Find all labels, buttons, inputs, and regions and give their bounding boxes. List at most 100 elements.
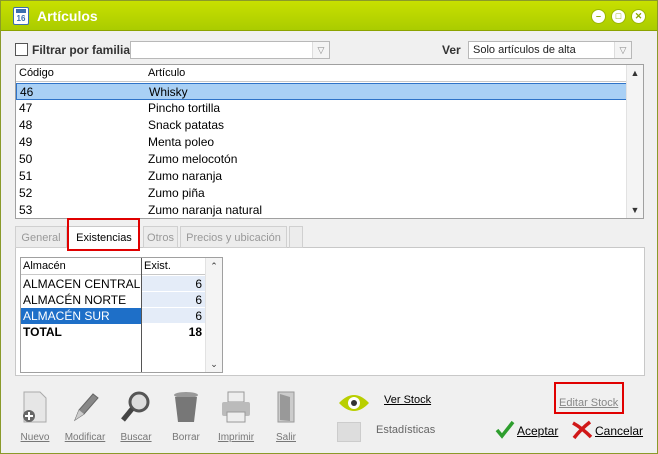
cell-articulo: Zumo naranja [148, 169, 223, 183]
table-row[interactable]: 52 Zumo piña [16, 185, 627, 202]
imprimir-button[interactable]: Imprimir [214, 390, 258, 446]
cell-exist: 6 [195, 293, 202, 307]
ver-label: Ver [442, 43, 461, 57]
tab-empty [289, 226, 303, 248]
stock-row[interactable]: ALMACÉN SUR 6 [21, 308, 206, 324]
cancelar-button[interactable]: Cancelar [571, 420, 643, 442]
tab-precios-ubicacion[interactable]: Precios y ubicación [180, 226, 287, 248]
salir-label: Salir [275, 432, 296, 443]
cell-articulo: Zumo melocotón [148, 152, 238, 166]
trash-icon [174, 392, 198, 422]
borrar-button[interactable]: Borrar [164, 390, 208, 446]
scroll-down-icon[interactable]: ⌄ [206, 356, 222, 372]
stock-grid[interactable]: Almacén Exist. ALMACEN CENTRAL 6 ALMACÉN N… [20, 257, 223, 373]
close-button[interactable]: ✕ [631, 9, 646, 24]
articulos-window: 16 Artículos – □ ✕ Filtrar por familia ▽… [0, 0, 658, 454]
stock-header: Almacén Exist. [21, 258, 206, 275]
table-row[interactable]: 53 Zumo naranja natural [16, 202, 627, 219]
eye-icon[interactable] [338, 392, 370, 414]
cell-almacen: ALMACÉN SUR [23, 309, 110, 323]
table-row[interactable]: 48 Snack patatas [16, 117, 627, 134]
cell-almacen: ALMACEN CENTRAL [23, 277, 141, 291]
nuevo-button[interactable]: Nuevo [13, 390, 57, 446]
title-bar: 16 Artículos – □ ✕ [1, 1, 657, 31]
table-row[interactable]: 47 Pincho tortilla [16, 100, 627, 117]
table-row[interactable]: 51 Zumo naranja [16, 168, 627, 185]
header-codigo[interactable]: Código [19, 67, 54, 79]
ver-select[interactable]: Solo artículos de alta ▽ [468, 41, 632, 59]
cell-exist: 6 [195, 277, 202, 291]
modificar-button[interactable]: Modificar [63, 390, 107, 446]
door-exit-icon [277, 391, 295, 423]
cell-codigo: 46 [20, 85, 34, 99]
tab-general[interactable]: General [15, 226, 67, 248]
cell-articulo: Zumo piña [148, 186, 205, 200]
familia-select[interactable]: ▽ [130, 41, 330, 59]
cell-articulo: Snack patatas [148, 118, 225, 132]
cell-codigo: 51 [19, 169, 33, 183]
total-label: TOTAL [23, 325, 62, 339]
calendar-icon: 16 [13, 7, 29, 25]
window-title: Artículos [37, 8, 98, 24]
highlight-editar-stock [554, 382, 624, 414]
stock-total-row: TOTAL 18 [21, 324, 206, 340]
pencil-icon [73, 393, 99, 422]
articulos-grid[interactable]: Código Artículo 46 Whisky 47 Pincho tortill… [15, 64, 644, 219]
aceptar-label: Aceptar [517, 424, 559, 438]
scroll-down-icon[interactable]: ▼ [627, 202, 643, 218]
highlight-existencias-tab [67, 218, 140, 251]
cell-articulo: Menta poleo [148, 135, 215, 149]
buscar-label: Buscar [120, 432, 152, 443]
aceptar-button[interactable]: Aceptar [495, 420, 559, 442]
printer-icon [222, 391, 250, 423]
header-almacen[interactable]: Almacén [23, 260, 66, 272]
cross-icon [572, 420, 593, 440]
header-articulo[interactable]: Artículo [148, 67, 185, 79]
cell-articulo: Pincho tortilla [148, 101, 221, 115]
header-exist[interactable]: Exist. [144, 260, 171, 272]
imprimir-label: Imprimir [217, 432, 255, 443]
cell-codigo: 47 [19, 101, 33, 115]
cell-almacen: ALMACÉN NORTE [23, 293, 127, 307]
table-row[interactable]: 46 Whisky [16, 83, 627, 100]
cell-articulo: Whisky [149, 85, 188, 99]
ver-select-value: Solo artículos de alta [473, 44, 576, 56]
total-value: 18 [188, 325, 202, 339]
grid-header: Código Artículo [16, 65, 627, 82]
chevron-down-icon[interactable]: ▽ [312, 42, 329, 58]
stock-row[interactable]: ALMACEN CENTRAL 6 [21, 276, 206, 292]
cancelar-label: Cancelar [595, 424, 644, 438]
existencias-panel: Almacén Exist. ALMACEN CENTRAL 6 ALMACÉN N… [15, 248, 645, 376]
new-document-icon [23, 391, 47, 423]
magnifier-icon [121, 391, 150, 422]
ver-stock-link[interactable]: Ver Stock [384, 394, 431, 406]
filtrar-familia-checkbox[interactable] [15, 43, 28, 56]
stock-scrollbar[interactable]: ⌃ ⌄ [205, 258, 222, 372]
borrar-label: Borrar [172, 432, 200, 443]
buscar-button[interactable]: Buscar [114, 390, 158, 446]
nuevo-label: Nuevo [20, 432, 50, 443]
stock-row[interactable]: ALMACÉN NORTE 6 [21, 292, 206, 308]
cell-codigo: 50 [19, 152, 33, 166]
table-row[interactable]: 50 Zumo melocotón [16, 151, 627, 168]
filtrar-familia-label: Filtrar por familia [32, 43, 131, 57]
minimize-button[interactable]: – [591, 9, 606, 24]
salir-button[interactable]: Salir [264, 390, 308, 446]
checkmark-icon [495, 420, 515, 439]
statistics-icon[interactable] [337, 422, 361, 442]
estadisticas-link[interactable]: Estadísticas [376, 424, 435, 436]
cell-codigo: 48 [19, 118, 33, 132]
cell-articulo: Zumo naranja natural [148, 203, 263, 217]
cell-codigo: 52 [19, 186, 33, 200]
grid-scrollbar[interactable]: ▲ ▼ [626, 65, 643, 218]
scroll-up-icon[interactable]: ▲ [627, 65, 643, 81]
chevron-down-icon[interactable]: ▽ [614, 42, 631, 58]
cell-codigo: 49 [19, 135, 33, 149]
table-row[interactable]: 49 Menta poleo [16, 134, 627, 151]
cell-codigo: 53 [19, 203, 33, 217]
maximize-button[interactable]: □ [611, 9, 626, 24]
tab-otros[interactable]: Otros [143, 226, 178, 248]
scroll-up-icon[interactable]: ⌃ [206, 258, 222, 274]
cell-exist: 6 [195, 309, 202, 323]
modificar-label: Modificar [64, 432, 106, 443]
